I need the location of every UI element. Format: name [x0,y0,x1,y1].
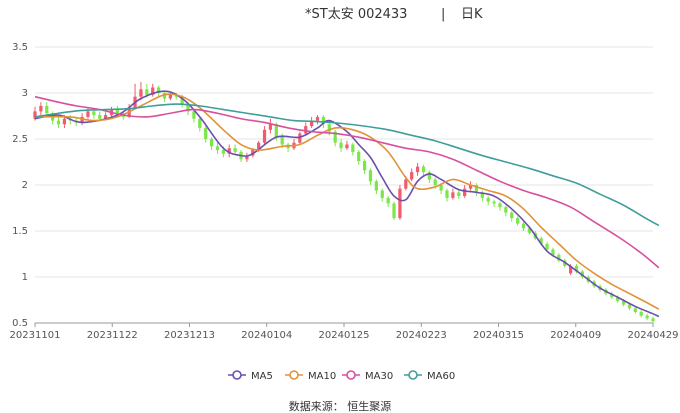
candle [492,199,496,208]
y-tick-label: 3.5 [12,42,28,53]
y-tick-label: 2 [22,180,28,191]
y-tick-label: 2.5 [12,134,28,145]
candle [339,139,343,152]
candle [351,142,355,156]
x-tick-label: 20231101 [10,330,61,341]
candle [215,142,220,154]
candle [204,126,208,143]
candle [292,139,296,151]
candle [427,170,431,184]
data-source: 数据来源： 恒生聚源 [289,399,392,413]
candle [415,162,420,176]
candle [639,310,643,318]
candle [304,122,308,136]
x-tick-label: 20240315 [473,330,524,341]
candle [451,188,455,200]
y-tick-label: 3 [22,88,28,99]
candle [268,118,273,134]
candle [39,102,43,116]
candle [357,150,361,165]
candle [421,164,426,176]
x-tick-label: 20240104 [241,330,292,341]
kline-chart: *ST太安 002433 | 日K 0.5 1 1.5 2 2.5 3 3.5 2023110… [10,7,679,413]
candle [56,116,61,128]
y-tick-label: 1 [22,272,28,283]
legend-label: MA10 [308,371,336,382]
candle [233,144,237,155]
candle [245,152,249,162]
legend-item-ma10[interactable]: MA10 [285,370,336,382]
candle [374,179,378,195]
candle [345,140,349,151]
candle [315,115,320,125]
legend: MA5 MA10 MA30 MA60 [228,370,455,382]
candle [151,83,155,97]
title-separator: | [441,7,445,22]
candle [410,168,414,182]
y-tick-label: 0.5 [12,318,28,329]
legend-label: MA5 [251,371,273,382]
candle [498,201,502,211]
candle [398,185,402,220]
candle [368,168,373,185]
plot-area: 0.5 1 1.5 2 2.5 3 3.5 20231101 20231122 20231213 2… [10,42,679,341]
candle [262,126,267,145]
candle [333,129,337,147]
candle [510,210,514,222]
legend-item-ma5[interactable]: MA5 [228,370,273,382]
candle [504,205,508,217]
y-tick-label: 1.5 [12,226,28,237]
legend-item-ma30[interactable]: MA30 [342,370,393,382]
legend-label: MA60 [427,371,455,382]
legend-item-ma60[interactable]: MA60 [404,370,455,382]
candle [386,196,390,208]
stock-title: *ST太安 002433 [305,7,407,22]
candle [445,188,449,202]
candle [133,83,137,110]
legend-label: MA30 [365,371,393,382]
period-tab[interactable]: 日K [461,7,483,22]
x-tick-label: 20240223 [396,330,447,341]
candle [486,196,490,206]
candle [392,201,396,220]
x-tick-label: 20240125 [319,330,370,341]
candle [474,183,479,197]
candle [645,313,649,321]
candle [516,216,520,226]
candle [362,159,367,174]
candle [651,316,655,323]
x-tick-label: 20231213 [164,330,215,341]
x-tick-label: 20240429 [628,330,679,341]
candle [286,142,290,152]
candle [521,221,526,231]
candle [310,116,314,128]
candle [209,137,214,151]
series-line-ma30 [34,95,660,269]
series-line-ma60 [34,103,660,227]
x-tick-label: 20231122 [87,330,138,341]
candle [480,190,484,202]
candle [380,188,384,202]
x-tick-label: 20240409 [550,330,601,341]
